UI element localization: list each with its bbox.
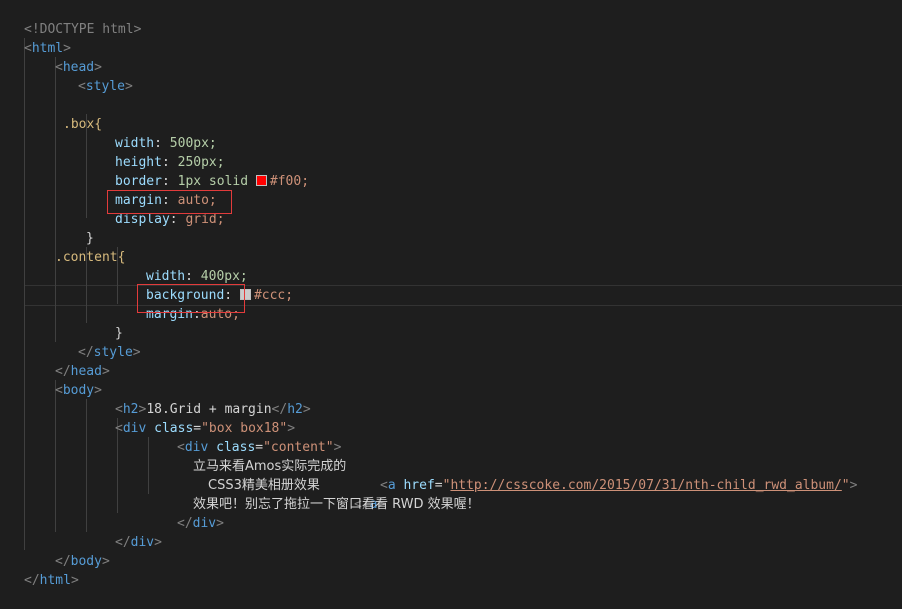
highlight-box-display-grid	[107, 190, 232, 214]
code-line-19[interactable]: </head>	[0, 343, 902, 379]
code-line-2[interactable]: <html>	[0, 20, 902, 56]
code-line-3[interactable]: <head>	[0, 39, 902, 75]
code-line-18[interactable]: </style>	[0, 324, 902, 360]
code-editor[interactable]: <!DOCTYPE html> <html> <head> <style> .b…	[0, 0, 902, 589]
code-line-10[interactable]: margin: auto;	[0, 172, 902, 208]
code-line-4[interactable]: <style>	[0, 58, 902, 94]
html-close-tag: html	[39, 573, 71, 588]
code-line-22[interactable]: <div class="box box18">	[0, 400, 902, 436]
code-line-25[interactable]: CSS3精美相册效果 </a>	[0, 457, 902, 512]
code-line-26[interactable]: 效果吧！别忘了拖拉一下窗口看看 RWD 效果喔！	[0, 476, 902, 512]
code-line-9[interactable]: border: 1px solid #f00;	[0, 153, 902, 189]
highlight-box-margin-auto	[137, 284, 245, 313]
code-line-8[interactable]: height: 250px;	[0, 134, 902, 170]
code-line-16[interactable]: margin:auto;	[0, 286, 902, 322]
code-line-28[interactable]: </div>	[0, 514, 902, 550]
code-line-15[interactable]: background: #ccc;	[0, 267, 902, 303]
code-line-14[interactable]: width: 400px;	[0, 248, 902, 284]
code-line-6[interactable]: .box{	[0, 96, 902, 132]
code-line-1[interactable]: <!DOCTYPE html>	[0, 1, 902, 37]
code-line-30[interactable]: </html>	[0, 552, 902, 588]
code-line-21[interactable]: <h2>18.Grid + margin</h2>	[0, 381, 902, 417]
code-line-13[interactable]: .content{	[0, 229, 902, 265]
code-line-24[interactable]: 立马来看Amos实际完成的 <a href="http://csscoke.co…	[0, 438, 902, 493]
code-line-29[interactable]: </body>	[0, 533, 902, 569]
code-line-7[interactable]: width: 500px;	[0, 115, 902, 151]
code-line-17[interactable]: }	[0, 305, 902, 341]
code-line-20[interactable]: <body>	[0, 362, 902, 398]
style-tag: style	[85, 79, 125, 94]
code-line-23[interactable]: <div class="content">	[0, 419, 902, 455]
code-line-27[interactable]: </div>	[0, 495, 902, 531]
